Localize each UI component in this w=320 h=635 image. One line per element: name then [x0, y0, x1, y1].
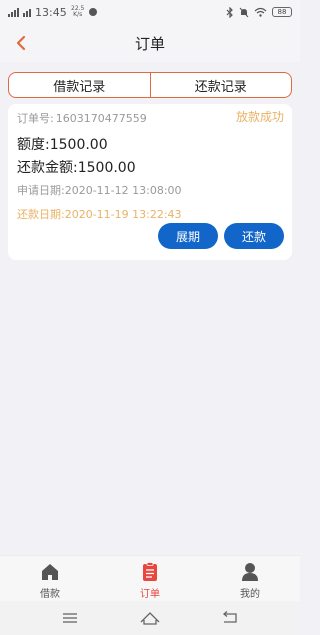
bottom-tab-bar: 借款 订单 我的 — [0, 555, 300, 601]
apply-date-row: 申请日期:2020-11-12 13:08:00 — [17, 182, 182, 198]
tabbar-item-orders[interactable]: 订单 — [100, 556, 200, 601]
tab-repay-records[interactable]: 还款记录 — [149, 73, 292, 97]
page-title: 订单 — [134, 34, 165, 53]
due-date-row: 还款日期:2020-11-19 13:22:43 — [17, 206, 182, 222]
order-number: 1603170477559 — [55, 112, 147, 125]
user-icon — [242, 563, 258, 581]
cellular-signal-icon — [8, 7, 19, 17]
order-number-label: 订单号: — [17, 112, 54, 125]
menu-button[interactable] — [58, 608, 82, 628]
chevron-left-icon — [16, 35, 26, 51]
tab-borrow-records[interactable]: 借款记录 — [9, 73, 150, 97]
status-time: 13:45 — [35, 5, 67, 19]
repay-button[interactable]: 还款 — [224, 223, 284, 249]
back-button[interactable] — [8, 30, 34, 56]
notification-dot-icon — [88, 8, 97, 16]
status-right: 88 — [226, 6, 292, 18]
order-clipboard-icon — [143, 562, 157, 581]
header: 订单 — [0, 24, 300, 62]
battery-icon: 88 — [272, 7, 292, 17]
home-nav-button[interactable] — [138, 608, 162, 628]
return-icon — [222, 611, 237, 623]
back-nav-button[interactable] — [218, 608, 242, 628]
home-icon — [42, 564, 58, 580]
order-status-badge: 放款成功 — [235, 110, 284, 124]
cellular-signal-2-icon — [23, 7, 31, 17]
status-left: 13:45 22.5 K/s — [8, 6, 97, 19]
amount-row: 额度:1500.00 — [17, 134, 108, 154]
order-number-row: 订单号: 1603170477559 — [17, 110, 147, 126]
network-speed: 22.5 K/s — [71, 5, 85, 18]
record-tabs: 借款记录 还款记录 — [8, 72, 292, 98]
wifi-icon — [254, 7, 267, 17]
status-bar: 13:45 22.5 K/s 88 — [0, 0, 300, 24]
tabbar-label-mine: 我的 — [240, 589, 260, 600]
due-date-label: 还款日期: — [17, 208, 65, 221]
tabbar-item-borrow[interactable]: 借款 — [0, 556, 100, 601]
due-date-value: 2020-11-19 13:22:43 — [64, 208, 182, 221]
order-card[interactable]: 订单号: 1603170477559 放款成功 额度:1500.00 还款金额:1… — [8, 104, 292, 260]
repay-amount-row: 还款金额:1500.00 — [17, 157, 136, 177]
tabbar-item-mine[interactable]: 我的 — [200, 556, 300, 601]
apply-date-label: 申请日期: — [17, 184, 65, 197]
tabbar-label-orders: 订单 — [140, 589, 160, 600]
tabbar-label-borrow: 借款 — [40, 589, 60, 600]
extend-button[interactable]: 展期 — [158, 223, 218, 249]
amount-value: 1500.00 — [49, 137, 108, 153]
repay-amount-value: 1500.00 — [77, 160, 136, 176]
home-outline-icon — [140, 612, 160, 625]
apply-date-value: 2020-11-12 13:08:00 — [64, 184, 182, 197]
mute-bell-icon — [239, 7, 249, 17]
amount-label: 额度: — [17, 137, 50, 153]
repay-amount-label: 还款金额: — [17, 160, 78, 176]
system-nav-bar — [0, 601, 300, 635]
menu-icon — [63, 613, 77, 623]
bluetooth-icon — [226, 6, 233, 18]
